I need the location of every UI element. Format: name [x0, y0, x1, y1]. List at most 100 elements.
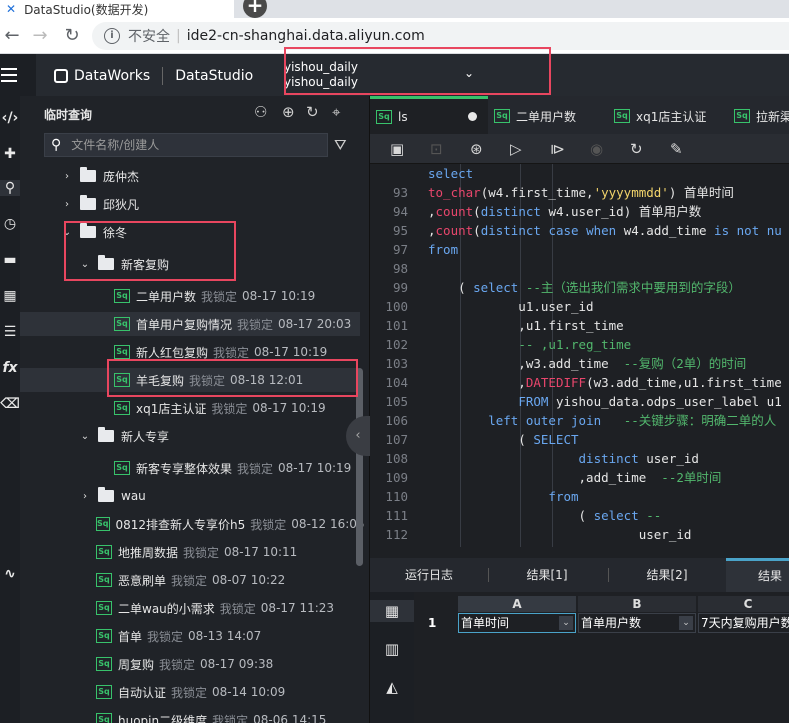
code-line[interactable]: 95 ,count(distinct case when w4.add_time … — [370, 221, 789, 240]
chevron-down-icon[interactable]: ⌄ — [559, 616, 573, 630]
editor-tab[interactable]: Sq 二单用户数 — [488, 98, 608, 134]
code-line[interactable]: 102 -- ,u1.reg_time — [370, 335, 789, 354]
tree-file[interactable]: Sq 二单用户数 我锁定 08-17 10:19 — [20, 284, 360, 308]
tree-file[interactable]: Sq 羊毛复购 我锁定 08-18 12:01 — [20, 368, 360, 392]
run-params-icon[interactable]: ⧐ — [550, 139, 565, 159]
code-line[interactable]: 112 user_id — [370, 525, 789, 544]
chevron-down-icon[interactable]: ⌄ — [464, 66, 474, 80]
logo[interactable]: DataWorks DataStudio — [54, 67, 253, 85]
chevron-down-icon[interactable]: ⌄ — [78, 259, 92, 270]
tree-file[interactable]: Sq xq1店主认证 我锁定 08-17 10:19 — [20, 396, 360, 420]
code-line[interactable]: 94 ,count(distinct w4.user_id) 首单用户数 — [370, 202, 789, 221]
column-name-cell[interactable]: 首单用户数 ⌄ — [578, 613, 696, 633]
code-line[interactable]: 93 to_char(w4.first_time,'yyyymmdd') 首单时间 — [370, 183, 789, 202]
list-icon[interactable]: ☰ — [0, 324, 20, 340]
result-tab[interactable]: 运行日志 — [370, 558, 488, 592]
code-line[interactable]: 98 — [370, 259, 789, 278]
result-tab[interactable]: 结果[2] — [608, 558, 726, 592]
tree-folder[interactable]: › 庞仲杰 — [20, 164, 360, 188]
column-name-cell[interactable]: 首单时间 ⌄ — [458, 613, 576, 633]
reload-icon[interactable]: ↻ — [630, 139, 643, 159]
lock-icon[interactable]: ⊡ — [430, 139, 443, 159]
code-line[interactable]: 108 distinct user_id — [370, 449, 789, 468]
tree-file[interactable]: Sq 0812排查新人专享价h5 我锁定 08-12 16:05 — [20, 512, 365, 536]
code-line[interactable]: 100 u1.user_id — [370, 297, 789, 316]
editor-tab[interactable]: Sq 拉新渠 — [728, 98, 789, 134]
code-line[interactable]: select — [370, 164, 789, 183]
table-view-icon[interactable]: ▦ — [370, 600, 414, 622]
area-chart-icon[interactable]: ◭ — [370, 678, 414, 696]
editor-tab[interactable]: Sq ls — [370, 96, 488, 134]
code-line[interactable]: 105 FROM yishou_data.odps_user_label u1 — [370, 392, 789, 411]
column-letter-header[interactable]: A — [458, 596, 576, 612]
bar-chart-icon[interactable]: ▥ — [370, 640, 414, 658]
tree-file[interactable]: Sq 首单 我锁定 08-13 14:07 — [20, 624, 360, 648]
search-icon[interactable]: ⚲ — [0, 180, 20, 196]
column-letter-header[interactable]: B — [578, 596, 696, 612]
chevron-right-icon[interactable]: › — [60, 171, 74, 182]
cost-icon[interactable]: ⊛ — [470, 139, 483, 159]
lock-status: 我锁定 — [219, 601, 256, 616]
clock-icon[interactable]: ◷ — [0, 216, 20, 232]
pulse-icon[interactable]: ∿ — [0, 566, 20, 582]
column-letter-header[interactable]: C — [698, 596, 789, 612]
code-line[interactable]: 109 ,add_time --2单时间 — [370, 468, 789, 487]
tree-file[interactable]: Sq 自动认证 我锁定 08-14 10:09 — [20, 680, 360, 704]
code-line[interactable]: 110 from — [370, 487, 789, 506]
code-line[interactable]: 99 ( select --主（选出我们需求中要用到的字段） — [370, 278, 789, 297]
code-line[interactable]: 103 ,w3.add_time --复购（2单）的时间 — [370, 354, 789, 373]
code-text: left outer join --关键步骤：明确二单的人 — [428, 411, 776, 430]
code-line[interactable]: 107 ( SELECT — [370, 430, 789, 449]
tree-file[interactable]: Sq 周复购 我锁定 08-17 09:38 — [20, 652, 360, 676]
tree-scrollbar[interactable] — [356, 368, 363, 566]
format-icon[interactable]: ✎ — [670, 139, 683, 159]
tree-folder[interactable]: ⌄ 新客复购 — [20, 252, 360, 276]
chevron-right-icon[interactable]: › — [60, 199, 74, 210]
chevron-down-icon[interactable]: ⌄ — [78, 431, 92, 442]
tree-folder[interactable]: ⌄ 新人专享 — [20, 424, 360, 448]
project-selector[interactable]: yishou_daily yishou_daily — [284, 60, 358, 90]
code-editor[interactable]: select 93 to_char(w4.first_time,'yyyymmdd'… — [370, 164, 789, 547]
result-tab[interactable]: 结果[3] — [726, 558, 789, 613]
tree-file[interactable]: Sq 二单wau的小需求 我锁定 08-17 11:23 — [20, 596, 360, 620]
tree-folder[interactable]: ⌄ 徐冬 — [20, 220, 360, 244]
tree-file[interactable]: Sq 新客专享整体效果 我锁定 08-17 10:19 — [20, 456, 360, 480]
stop-icon[interactable]: ◉ — [590, 139, 603, 159]
run-icon[interactable]: ▷ — [510, 139, 522, 159]
briefcase-icon[interactable]: ▬ — [0, 252, 20, 268]
save-icon[interactable]: ▣ — [390, 139, 404, 159]
tree-file[interactable]: Sq 地推周数据 我锁定 08-17 10:11 — [20, 540, 360, 564]
chevron-down-icon[interactable]: ⌄ — [60, 227, 74, 238]
code-line[interactable]: 106 left outer join --关键步骤：明确二单的人 — [370, 411, 789, 430]
info-icon[interactable]: i — [104, 28, 120, 44]
unsaved-dot-icon[interactable] — [467, 112, 477, 121]
tree-file[interactable]: Sq 恶意刷单 我锁定 08-07 10:22 — [20, 568, 360, 592]
editor-tab[interactable]: Sq xq1店主认证 — [608, 98, 728, 134]
tree-folder[interactable]: › wau — [20, 484, 360, 508]
code-line[interactable]: 104 ,DATEDIFF(w3.add_time,u1.first_time — [370, 373, 789, 392]
puzzle-icon[interactable]: ✚ — [0, 146, 20, 162]
code-line[interactable]: 97 from — [370, 240, 789, 259]
result-tab[interactable]: 结果[1] — [488, 558, 606, 592]
reload-icon[interactable]: ↻ — [60, 24, 84, 48]
code-icon[interactable]: ‹/› — [0, 110, 20, 126]
line-number: 99 — [392, 280, 408, 295]
menu-icon[interactable] — [0, 54, 36, 96]
tree-file[interactable]: Sq huopin二级维度 我锁定 08-06 14:15 — [20, 708, 360, 723]
tree-file[interactable]: Sq 首单用户复购情况 我锁定 08-17 20:03 — [20, 312, 360, 336]
function-icon[interactable]: fx — [0, 360, 20, 376]
chevron-down-icon[interactable]: ⌄ — [679, 616, 693, 630]
trash-icon[interactable]: ⌫ — [0, 396, 20, 412]
browser-tab[interactable]: ✕ DataStudio(数据开发) — [0, 0, 234, 18]
back-icon[interactable]: ← — [0, 24, 24, 48]
column-name-cell[interactable]: 7天内复购用户数 — [698, 613, 789, 633]
code-line[interactable]: 101 ,u1.first_time — [370, 316, 789, 335]
tree-file[interactable]: Sq 新人红包复购 我锁定 08-17 10:19 — [20, 340, 360, 364]
code-line[interactable]: 111 ( select -- — [370, 506, 789, 525]
chevron-right-icon[interactable]: › — [78, 491, 92, 502]
table-icon[interactable]: ▦ — [0, 288, 20, 304]
omnibox[interactable]: i 不安全 | ide2-cn-shanghai.data.aliyun.com — [92, 22, 789, 50]
new-tab-icon[interactable]: + — [243, 0, 267, 18]
forward-icon[interactable]: → — [28, 24, 52, 48]
tree-folder[interactable]: › 邱狄凡 — [20, 192, 360, 216]
